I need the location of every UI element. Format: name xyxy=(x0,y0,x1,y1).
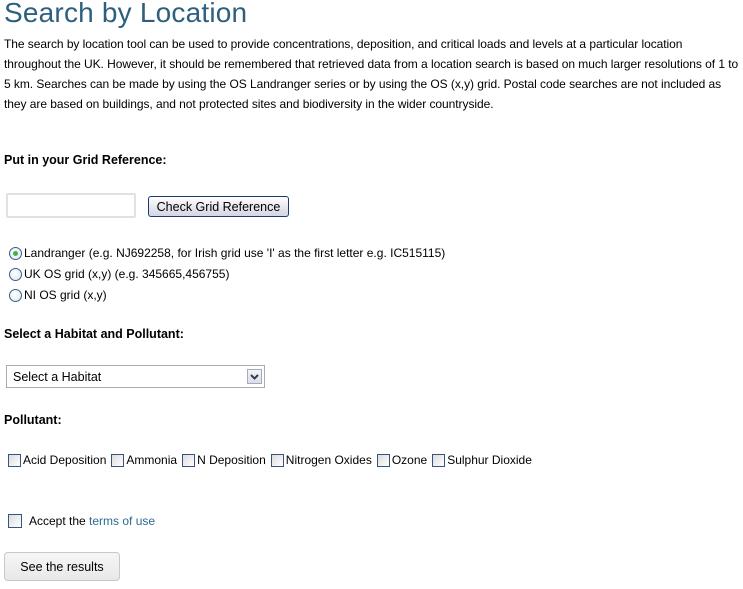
radio-label: UK OS grid (x,y) (e.g. 345665,456755) xyxy=(24,267,230,281)
habitat-pollutant-label: Select a Habitat and Pollutant: xyxy=(4,327,184,341)
terms-of-use-link[interactable]: terms of use xyxy=(89,514,155,528)
check-grid-reference-button[interactable]: Check Grid Reference xyxy=(148,196,289,217)
checkbox[interactable] xyxy=(270,453,284,467)
checkbox[interactable] xyxy=(111,453,125,467)
accept-terms-checkbox[interactable] xyxy=(8,514,22,528)
see-results-button[interactable]: See the results xyxy=(4,552,120,581)
pollutant-acid-deposition[interactable]: Acid Deposition xyxy=(8,453,106,467)
radio-ni-os-grid[interactable]: NI OS grid (x,y) xyxy=(9,288,107,302)
checkbox[interactable] xyxy=(376,453,390,467)
pollutant-checkbox-group: Acid Deposition Ammonia N Deposition Nit… xyxy=(8,453,537,467)
pollutant-label: Pollutant: xyxy=(4,413,62,427)
checkbox[interactable] xyxy=(432,453,446,467)
pollutant-sulphur-dioxide[interactable]: Sulphur Dioxide xyxy=(432,453,532,467)
radio-label: Landranger (e.g. NJ692258, for Irish gri… xyxy=(24,246,446,260)
radio-unselected-icon[interactable] xyxy=(9,267,22,281)
checkbox-label: Ammonia xyxy=(126,453,178,467)
radio-label: NI OS grid (x,y) xyxy=(24,288,107,302)
pollutant-ammonia[interactable]: Ammonia xyxy=(111,453,177,467)
checkbox[interactable] xyxy=(8,453,21,467)
checkbox-label: Ozone xyxy=(391,453,428,467)
intro-paragraph: The search by location tool can be used … xyxy=(4,37,739,111)
radio-unselected-icon[interactable] xyxy=(9,288,22,302)
radio-selected-icon[interactable] xyxy=(9,246,22,260)
radio-landranger[interactable]: Landranger (e.g. NJ692258, for Irish gri… xyxy=(9,246,445,260)
pollutant-n-deposition[interactable]: N Deposition xyxy=(182,453,266,467)
checkbox-label: N Deposition xyxy=(197,453,266,467)
checkbox-label: Nitrogen Oxides xyxy=(285,453,372,467)
page-title: Search by Location xyxy=(4,0,248,28)
grid-reference-label: Put in your Grid Reference: xyxy=(4,153,167,167)
chevron-down-icon[interactable] xyxy=(247,369,262,384)
habitat-select[interactable]: Select a Habitat xyxy=(6,365,265,388)
accept-terms-label: Accept the xyxy=(29,514,86,528)
checkbox[interactable] xyxy=(182,453,196,467)
checkbox-label: Acid Deposition xyxy=(23,453,107,467)
grid-reference-input[interactable] xyxy=(6,193,136,218)
pollutant-nitrogen-oxides[interactable]: Nitrogen Oxides xyxy=(270,453,372,467)
checkbox-label: Sulphur Dioxide xyxy=(447,453,532,467)
habitat-selected-value: Select a Habitat xyxy=(13,369,102,384)
pollutant-ozone[interactable]: Ozone xyxy=(376,453,428,467)
accept-terms-row: Accept the terms of use xyxy=(8,514,155,528)
radio-uk-os-grid[interactable]: UK OS grid (x,y) (e.g. 345665,456755) xyxy=(9,267,229,281)
